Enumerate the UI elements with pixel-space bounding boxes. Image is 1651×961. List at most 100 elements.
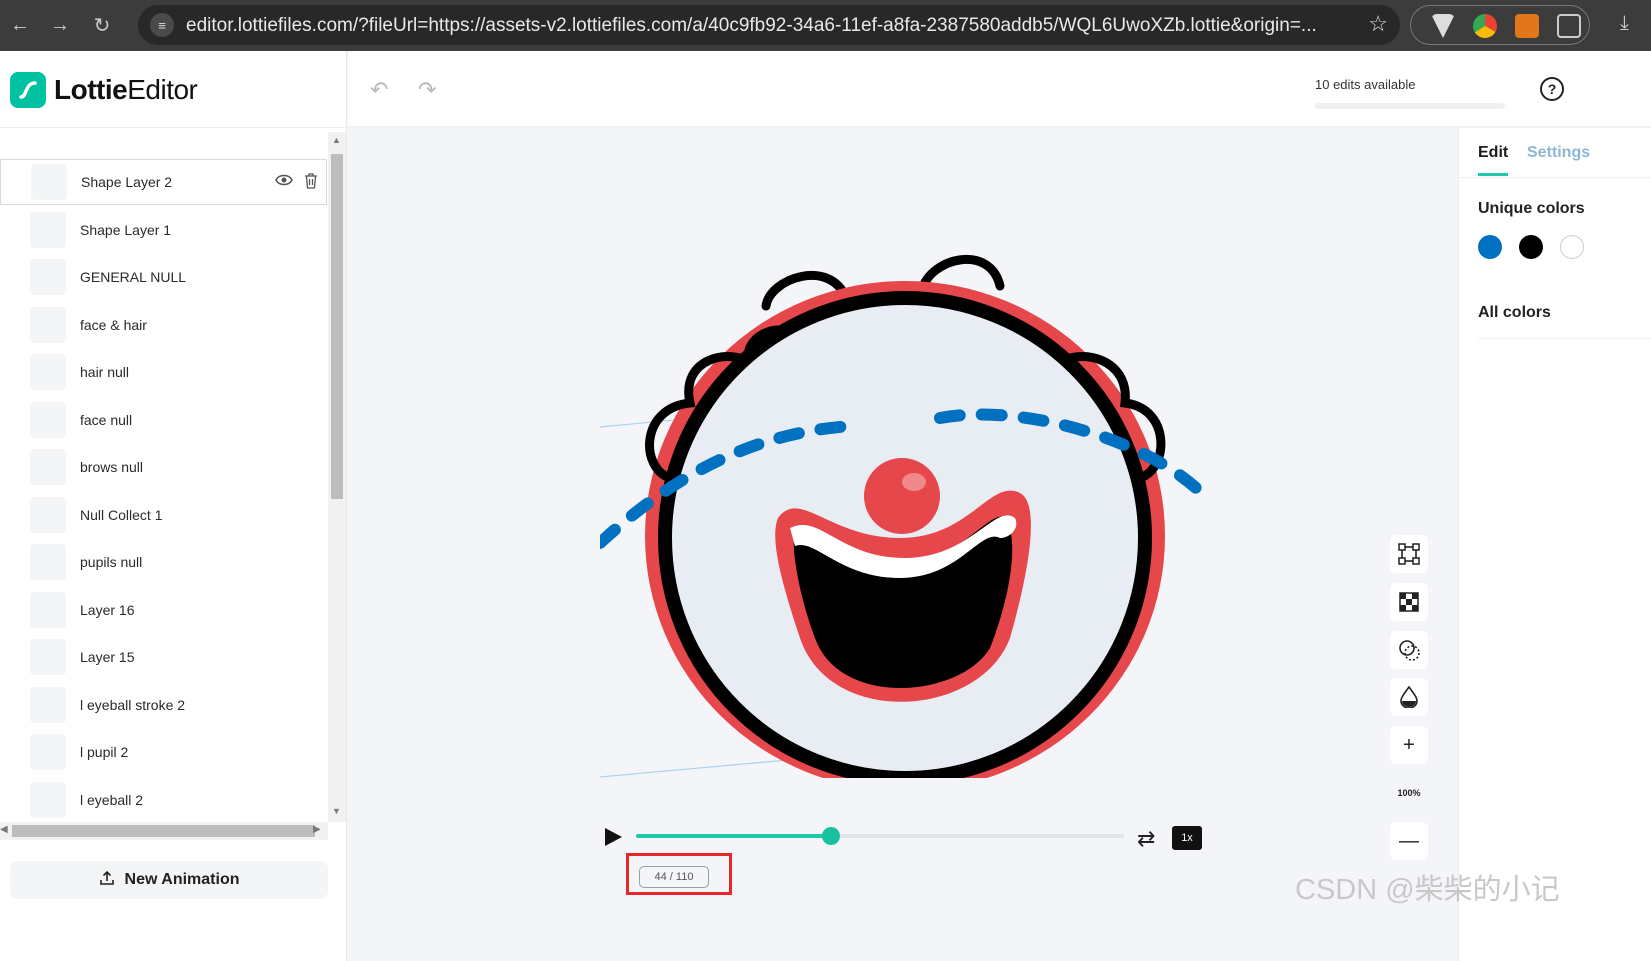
- all-colors-heading[interactable]: All colors: [1478, 304, 1551, 322]
- transform-icon[interactable]: [1390, 535, 1428, 573]
- layer-thumbnail: [30, 212, 66, 248]
- layer-thumbnail: [30, 782, 66, 818]
- play-button[interactable]: [602, 826, 624, 848]
- scrollbar-thumb[interactable]: [12, 825, 315, 837]
- layer-thumbnail: [30, 687, 66, 723]
- reload-icon[interactable]: ↻: [82, 0, 122, 51]
- star-icon[interactable]: ☆: [1368, 11, 1388, 37]
- layer-item[interactable]: pupils null: [0, 539, 327, 585]
- timeline-scrubber[interactable]: [636, 827, 1124, 845]
- metamask-icon[interactable]: [1515, 14, 1539, 38]
- timeline-progress: [636, 834, 832, 838]
- color-swatch-black[interactable]: [1519, 235, 1543, 259]
- zoom-level: 100%: [1397, 788, 1421, 798]
- color-extension-icon[interactable]: [1473, 14, 1497, 38]
- divider: [1478, 338, 1651, 339]
- trash-icon[interactable]: [304, 173, 318, 194]
- animation-preview[interactable]: [600, 238, 1206, 778]
- layer-name: Shape Layer 2: [81, 174, 173, 190]
- edits-available-text: 10 edits available: [1315, 77, 1416, 92]
- layer-name: Shape Layer 1: [80, 222, 172, 238]
- layer-thumbnail: [30, 639, 66, 675]
- layer-item[interactable]: brows null: [0, 444, 327, 490]
- layer-item[interactable]: Shape Layer 1: [0, 207, 327, 253]
- scroll-right-icon[interactable]: ▶: [313, 824, 321, 835]
- layer-name: pupils null: [80, 554, 143, 570]
- layers-vertical-scrollbar[interactable]: ▲ ▼: [328, 132, 346, 822]
- url-text[interactable]: editor.lottiefiles.com/?fileUrl=https://…: [186, 15, 1346, 37]
- layer-name: Layer 16: [80, 602, 135, 618]
- layer-item[interactable]: l eyeball 2: [0, 777, 327, 823]
- layer-item[interactable]: Null Collect 1: [0, 492, 327, 538]
- upload-icon: [99, 870, 115, 891]
- background-color-icon[interactable]: [1390, 678, 1428, 716]
- watermark: CSDN @柴柴的小记: [1295, 874, 1560, 906]
- eye-icon[interactable]: [275, 173, 293, 192]
- scroll-down-icon[interactable]: ▼: [332, 806, 341, 816]
- layer-name: Layer 15: [80, 649, 135, 665]
- properties-panel: Edit Settings Unique colors All colors: [1458, 128, 1651, 961]
- layer-thumbnail: [30, 592, 66, 628]
- layer-list: Shape Layer 2 Shape Layer 1 GENERAL NULL…: [0, 159, 328, 869]
- transparency-grid-icon[interactable]: [1390, 583, 1428, 621]
- help-icon[interactable]: ?: [1540, 77, 1564, 101]
- layer-thumbnail: [30, 402, 66, 438]
- layer-item[interactable]: l pupil 2: [0, 729, 327, 775]
- tab-settings[interactable]: Settings: [1527, 144, 1590, 162]
- address-bar[interactable]: ≡ editor.lottiefiles.com/?fileUrl=https:…: [138, 5, 1400, 45]
- divider: [1459, 177, 1651, 178]
- site-settings-icon[interactable]: ≡: [150, 13, 174, 37]
- speed-button[interactable]: 1x: [1172, 826, 1202, 850]
- download-icon[interactable]: ⤓: [1620, 12, 1629, 35]
- layer-thumbnail: [30, 544, 66, 580]
- color-swatch-white[interactable]: [1560, 235, 1584, 259]
- zoom-out-icon[interactable]: —: [1390, 822, 1428, 860]
- browser-toolbar: ← → ↻ ≡ editor.lottiefiles.com/?fileUrl=…: [0, 0, 1651, 51]
- color-swatch-blue[interactable]: [1478, 235, 1502, 259]
- tab-edit[interactable]: Edit: [1478, 144, 1508, 162]
- extensions-icon[interactable]: [1557, 14, 1581, 38]
- layer-item[interactable]: Layer 15: [0, 634, 327, 680]
- overlay-icon[interactable]: [1390, 631, 1428, 669]
- layer-name: face null: [80, 412, 133, 428]
- layer-name: l eyeball stroke 2: [80, 697, 186, 713]
- scroll-left-icon[interactable]: ◀: [0, 824, 8, 835]
- layer-name: l pupil 2: [80, 744, 129, 760]
- layers-horizontal-scrollbar[interactable]: ◀ ▶: [0, 822, 328, 840]
- layer-item[interactable]: l eyeball stroke 2: [0, 682, 327, 728]
- layer-item[interactable]: face & hair: [0, 302, 327, 348]
- scroll-up-icon[interactable]: ▲: [332, 135, 341, 145]
- edits-progress-bar: [1315, 103, 1505, 109]
- frame-counter[interactable]: 44 / 110: [639, 866, 709, 888]
- active-tab-indicator: [1478, 173, 1508, 176]
- layer-item-shape-layer-2[interactable]: Shape Layer 2: [0, 159, 327, 205]
- extensions-group: [1410, 5, 1590, 45]
- layer-name: GENERAL NULL: [80, 269, 187, 285]
- layer-thumbnail: [31, 164, 67, 200]
- layer-thumbnail: [30, 259, 66, 295]
- layer-name: brows null: [80, 459, 144, 475]
- forward-icon[interactable]: →: [40, 0, 80, 51]
- layer-item[interactable]: hair null: [0, 349, 327, 395]
- logo[interactable]: LottieEditor: [10, 71, 198, 109]
- layer-item[interactable]: GENERAL NULL: [0, 254, 327, 300]
- zoom-in-icon[interactable]: +: [1390, 726, 1428, 764]
- layer-item[interactable]: Layer 16: [0, 587, 327, 633]
- loop-icon[interactable]: ⇄: [1137, 826, 1155, 852]
- redo-icon[interactable]: ↷: [418, 77, 436, 103]
- layer-thumbnail: [30, 734, 66, 770]
- layer-thumbnail: [30, 497, 66, 533]
- layer-name: hair null: [80, 364, 130, 380]
- undo-icon[interactable]: ↶: [370, 77, 388, 103]
- divider: [0, 127, 346, 128]
- vue-extension-icon[interactable]: [1431, 14, 1455, 38]
- scrollbar-thumb[interactable]: [331, 154, 343, 499]
- new-animation-label: New Animation: [124, 871, 240, 888]
- layer-item[interactable]: face null: [0, 397, 327, 443]
- frame-counter-highlight: 44 / 110: [626, 853, 732, 895]
- back-icon[interactable]: ←: [0, 0, 40, 51]
- lottie-logo-icon: [10, 72, 46, 108]
- new-animation-button[interactable]: New Animation: [10, 861, 328, 899]
- layer-name: l eyeball 2: [80, 792, 144, 808]
- logo-text: LottieEditor: [54, 74, 198, 105]
